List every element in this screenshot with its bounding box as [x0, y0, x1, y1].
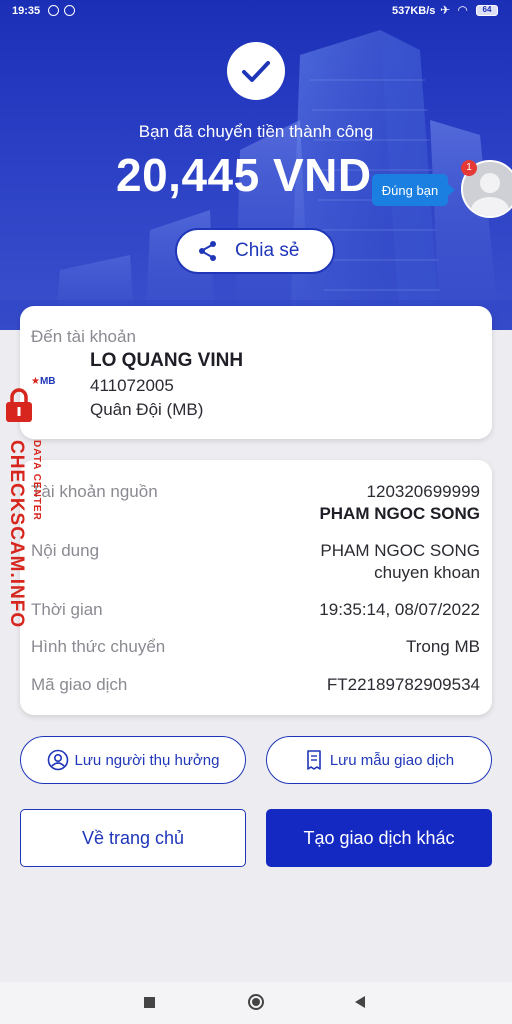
share-button[interactable]: Chia sẻ — [175, 228, 335, 274]
notification-badge: 1 — [461, 160, 477, 176]
detail-value-transaction-id: FT22189782909534 — [326, 675, 480, 694]
watermark-sub-text: DATA CENTER — [31, 440, 42, 521]
recipient-bank: Quân Đội (MB) — [90, 400, 204, 419]
detail-value-source-account: 120320699999 — [366, 482, 480, 501]
transfer-amount: 20,445 VND — [116, 149, 372, 201]
detail-value-content-line1: PHAM NGOC SONG — [320, 541, 480, 560]
airplane-icon: ✈ — [440, 3, 451, 17]
recipient-account-number: 411072005 — [90, 376, 174, 395]
watermark-main-text: CHECKSCAM.INFO — [6, 440, 27, 629]
detail-value-time: 19:35:14, 08/07/2022 — [319, 600, 480, 619]
contact-tooltip[interactable]: Đúng bạn — [372, 174, 455, 206]
wifi-icon: ◠ — [458, 3, 468, 17]
detail-label-transaction-id: Mã giao dịch — [31, 675, 128, 694]
home-button[interactable]: Về trang chủ — [20, 809, 246, 867]
circle-nav-icon[interactable] — [248, 994, 264, 1010]
square-nav-icon[interactable] — [144, 997, 155, 1008]
detail-label-time: Thời gian — [31, 600, 103, 619]
status-time: 19:35 — [12, 5, 41, 17]
messenger-icon — [48, 5, 59, 16]
share-button-label: Chia sẻ — [235, 240, 300, 261]
messenger-notification-icon — [64, 5, 75, 16]
transaction-details-card: Tài khoản nguồn 120320699999 PHAM NGOC S… — [20, 460, 492, 715]
status-bar: 19:35 537KB/s ✈ ◠ 64 — [0, 0, 512, 24]
save-template-button[interactable]: Lưu mẫu giao dịch — [266, 736, 492, 784]
success-message: Bạn đã chuyển tiền thành công — [138, 122, 374, 141]
system-navigation-bar — [0, 982, 512, 1024]
lock-icon — [6, 388, 32, 422]
network-speed: 537KB/s — [392, 5, 436, 17]
recipient-card: Đến tài khoản LO QUANG VINH 411072005 Qu… — [20, 306, 492, 439]
battery-icon: 64 — [476, 5, 498, 16]
save-beneficiary-label: Lưu người thụ hưởng — [74, 751, 220, 769]
check-icon — [242, 61, 270, 82]
success-check-badge — [227, 42, 285, 100]
save-template-label: Lưu mẫu giao dịch — [329, 751, 455, 769]
back-nav-icon[interactable] — [355, 996, 365, 1008]
detail-label-content: Nội dung — [31, 541, 100, 560]
recipient-name: LO QUANG VINH — [90, 350, 244, 371]
share-icon — [199, 241, 216, 261]
user-circle-icon — [47, 749, 68, 771]
detail-value-source-name: PHAM NGOC SONG — [319, 504, 480, 523]
detail-value-method: Trong MB — [405, 637, 480, 656]
detail-label-source: Tài khoản nguồn — [31, 482, 158, 501]
recipient-heading: Đến tài khoản — [31, 327, 136, 346]
detail-value-content-line2: chuyen khoan — [374, 563, 480, 582]
save-beneficiary-button[interactable]: Lưu người thụ hưởng — [20, 736, 246, 784]
detail-label-method: Hình thức chuyển — [31, 637, 166, 656]
receipt-icon — [307, 750, 321, 770]
new-transaction-button[interactable]: Tạo giao dịch khác — [266, 809, 492, 867]
